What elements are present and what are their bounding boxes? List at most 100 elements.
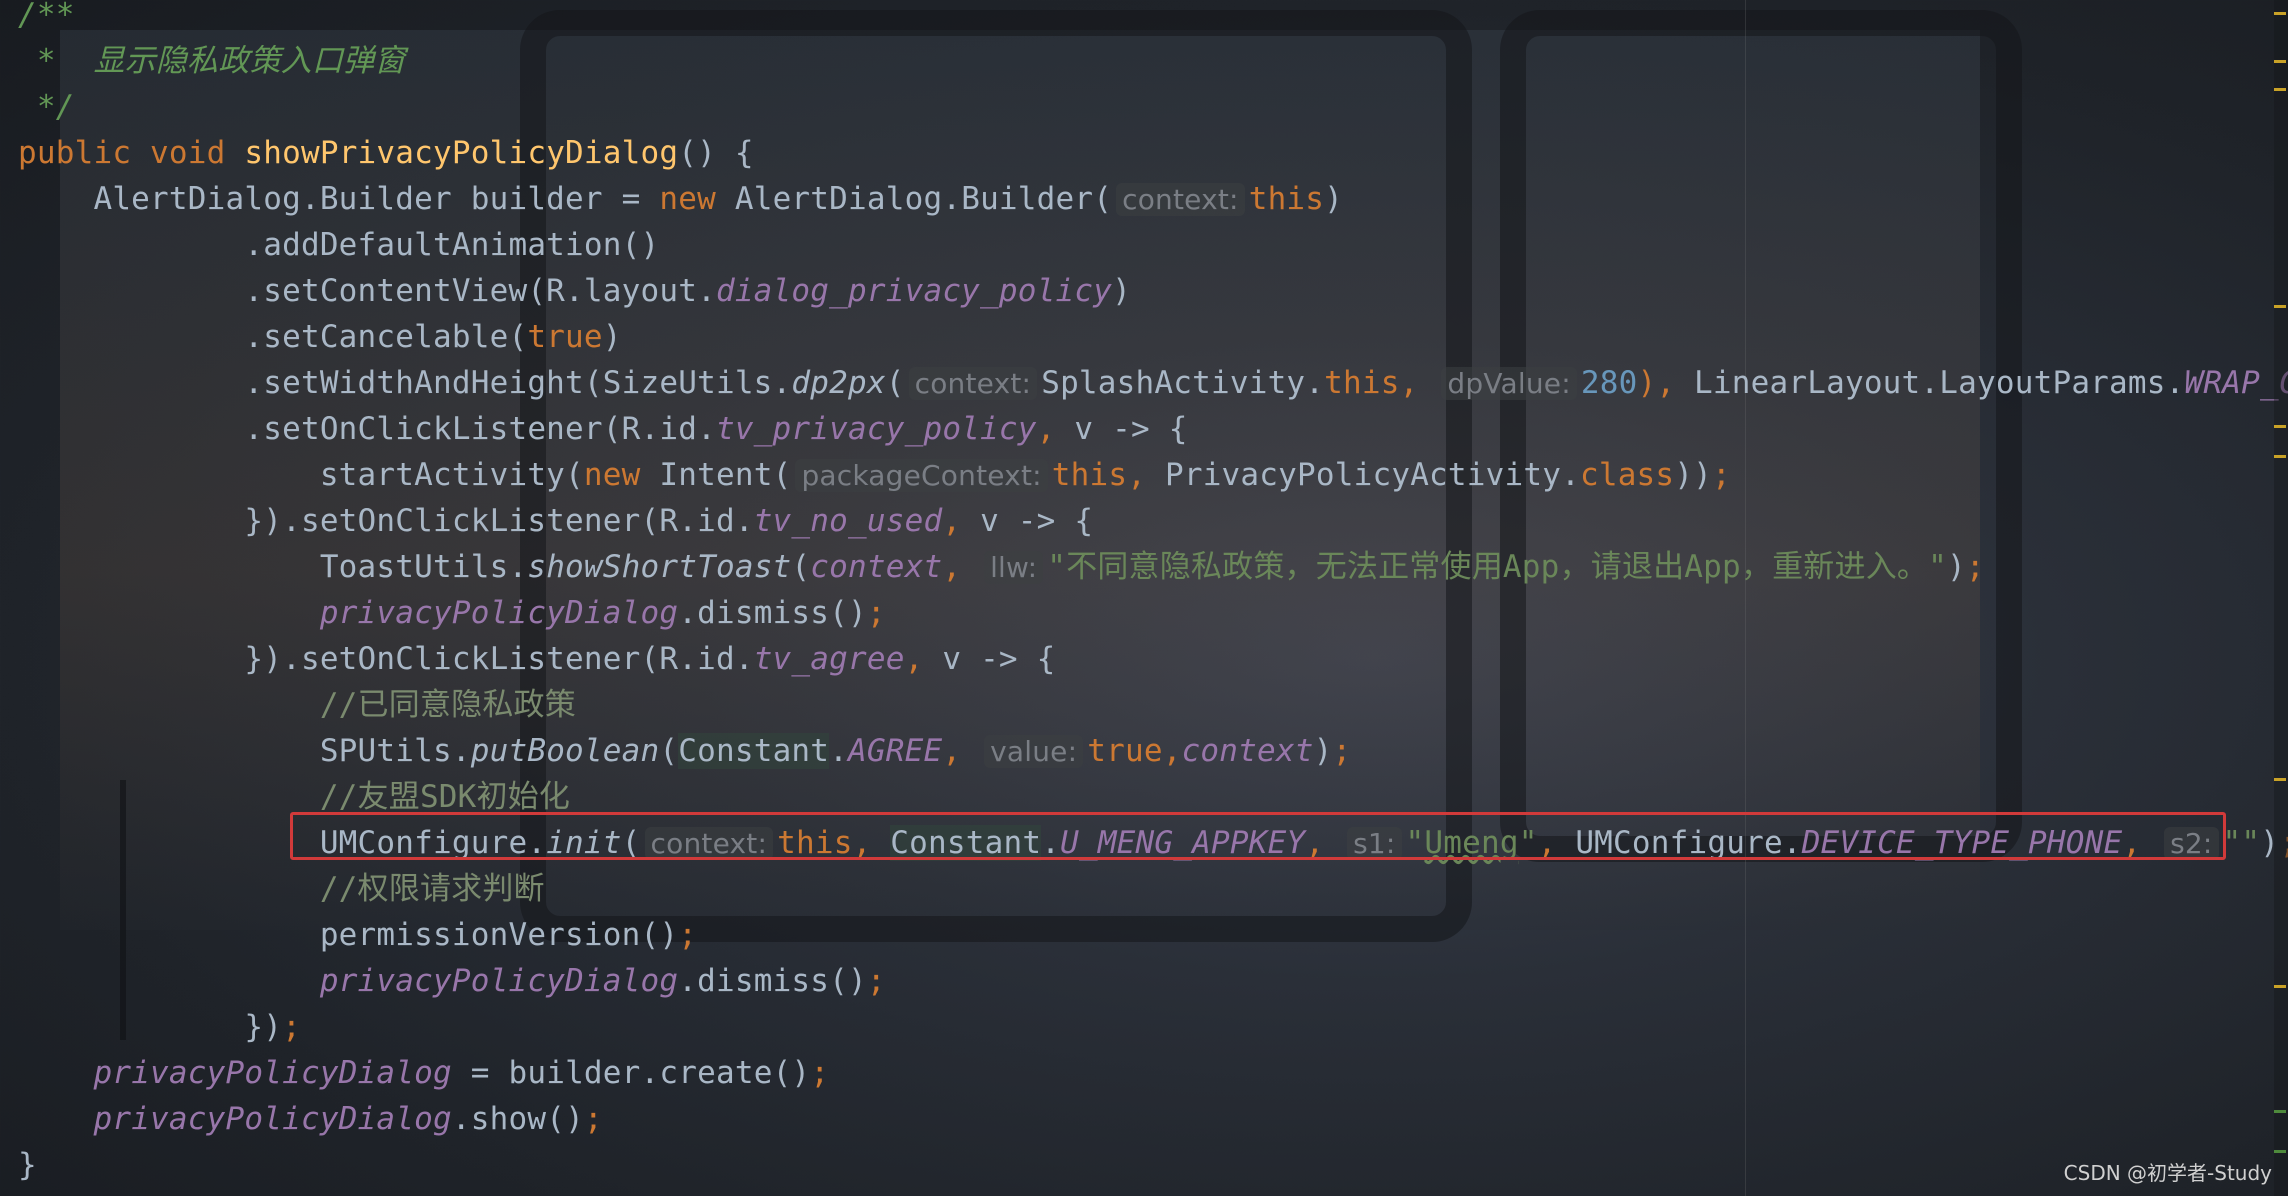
code-token: })	[18, 1009, 283, 1045]
code-line[interactable]: .setWidthAndHeight(SizeUtils.dp2px(conte…	[18, 360, 2288, 406]
code-line[interactable]: privacyPolicyDialog.dismiss();	[18, 590, 886, 636]
code-line[interactable]: .setCancelable(true)	[18, 314, 622, 360]
code-line[interactable]: privacyPolicyDialog.dismiss();	[18, 958, 886, 1004]
code-token: privacyPolicyDialog	[93, 1055, 452, 1091]
code-line[interactable]: //权限请求判断	[18, 866, 545, 912]
code-token: )	[1313, 733, 1333, 769]
code-token: privacyPolicyDialog	[319, 963, 679, 999]
marker[interactable]	[2274, 455, 2286, 458]
code-token: true	[527, 319, 603, 355]
code-token: = builder.create()	[451, 1055, 811, 1091]
code-token: //已同意隐私政策	[18, 687, 576, 723]
code-token: Constant	[678, 733, 830, 769]
code-token: SPUtils.	[18, 733, 471, 769]
code-token: ;	[866, 595, 886, 631]
code-token: ;	[810, 1055, 830, 1091]
code-token: ToastUtils.	[18, 549, 528, 585]
code-line[interactable]: .setOnClickListener(R.id.tv_privacy_poli…	[18, 406, 1188, 452]
code-line[interactable]: //已同意隐私政策	[18, 682, 576, 728]
code-token: ;	[1712, 457, 1731, 493]
marker[interactable]	[2274, 88, 2286, 91]
code-line[interactable]: /**	[18, 0, 75, 38]
code-token: .dismiss()	[678, 595, 867, 631]
code-line[interactable]: }).setOnClickListener(R.id.tv_no_used, v…	[18, 498, 1093, 544]
code-token: this	[1248, 181, 1325, 217]
code-token: .dismiss()	[678, 963, 867, 999]
marker[interactable]	[2274, 778, 2286, 781]
marker[interactable]	[2274, 305, 2286, 308]
code-line[interactable]: public void showPrivacyPolicyDialog() {	[18, 130, 754, 176]
code-token: AlertDialog.Builder builder =	[18, 181, 660, 217]
code-token: class	[1579, 457, 1675, 493]
code-line[interactable]: */	[18, 84, 75, 130]
code-token: Intent(	[659, 457, 792, 493]
code-token: .setContentView(R.layout.	[18, 273, 716, 309]
code-token: (	[791, 549, 811, 585]
code-token: showShortToast	[527, 549, 792, 585]
code-token: .setCancelable(	[18, 319, 528, 355]
code-token: )	[1946, 549, 1966, 585]
error-stripe[interactable]	[2274, 0, 2288, 1196]
marker[interactable]	[2274, 1150, 2286, 1153]
code-token: WRAP_CONTE	[2184, 365, 2288, 401]
code-token: tv_no_used	[753, 503, 943, 539]
code-token: ),	[1637, 365, 1695, 401]
code-token: new	[583, 457, 660, 493]
code-token: public	[18, 135, 151, 171]
code-line[interactable]: }).setOnClickListener(R.id.tv_agree, v -…	[18, 636, 1056, 682]
code-token: dp2px	[791, 365, 886, 401]
code-token: )	[1112, 273, 1131, 309]
code-line[interactable]: startActivity(new Intent(packageContext:…	[18, 452, 1731, 498]
code-token: }).setOnClickListener(R.id.	[18, 503, 754, 539]
code-token: */	[18, 89, 75, 125]
code-token: 280	[1580, 365, 1638, 401]
code-token: * 显示隐私政策入口弹窗	[18, 43, 406, 79]
code-token: ;	[282, 1009, 301, 1045]
code-token: /**	[18, 0, 75, 33]
code-token: "不同意隐私政策，无法正常使用App，请退出App，重新进入。"	[1047, 549, 1947, 585]
code-line[interactable]: privacyPolicyDialog = builder.create();	[18, 1050, 829, 1096]
right-margin-guide	[1745, 0, 1746, 1196]
code-line[interactable]: permissionVersion();	[18, 912, 697, 958]
background-window-frame-right	[1500, 10, 2022, 862]
code-token: ,	[942, 733, 981, 769]
watermark: CSDN @初学者-Study	[2063, 1161, 2272, 1185]
code-token: SplashActivity.	[1041, 365, 1325, 401]
marker[interactable]	[2274, 985, 2286, 988]
parameter-hint: packageContext:	[795, 459, 1048, 492]
marker[interactable]	[2274, 60, 2286, 63]
code-token: //权限请求判断	[18, 871, 545, 907]
code-line[interactable]: });	[18, 1004, 301, 1050]
code-line[interactable]: * 显示隐私政策入口弹窗	[18, 38, 405, 84]
code-token: ,	[1036, 411, 1075, 447]
code-token: AGREE	[848, 733, 943, 769]
marker[interactable]	[2274, 1110, 2286, 1113]
marker[interactable]	[2274, 12, 2286, 15]
code-line[interactable]: ToastUtils.showShortToast(context, llw: "…	[18, 544, 1985, 590]
code-token: privacyPolicyDialog	[319, 595, 679, 631]
code-line[interactable]: AlertDialog.Builder builder = new AlertD…	[18, 176, 1343, 222]
code-line[interactable]: .addDefaultAnimation()	[18, 222, 659, 268]
code-line[interactable]: SPUtils.putBoolean(Constant.AGREE, value…	[18, 728, 1351, 774]
code-token: context	[810, 549, 943, 585]
code-token: v -> {	[1074, 411, 1188, 447]
code-token: dialog_privacy_policy	[715, 273, 1113, 309]
code-token: true,	[1087, 733, 1182, 769]
code-token: this	[1324, 365, 1400, 401]
code-token: (	[659, 733, 679, 769]
code-token: ;	[583, 1101, 603, 1137]
code-line[interactable]: }	[18, 1142, 37, 1188]
code-line[interactable]: privacyPolicyDialog.show();	[18, 1096, 603, 1142]
code-token: void	[150, 135, 245, 171]
code-line[interactable]: .setContentView(R.layout.dialog_privacy_…	[18, 268, 1131, 314]
parameter-hint: context:	[908, 367, 1038, 400]
code-token: ,	[904, 641, 943, 677]
code-token: ,	[1399, 365, 1438, 401]
code-token: this,	[1051, 457, 1165, 493]
code-token: v -> {	[942, 641, 1056, 677]
marker[interactable]	[2274, 425, 2286, 428]
